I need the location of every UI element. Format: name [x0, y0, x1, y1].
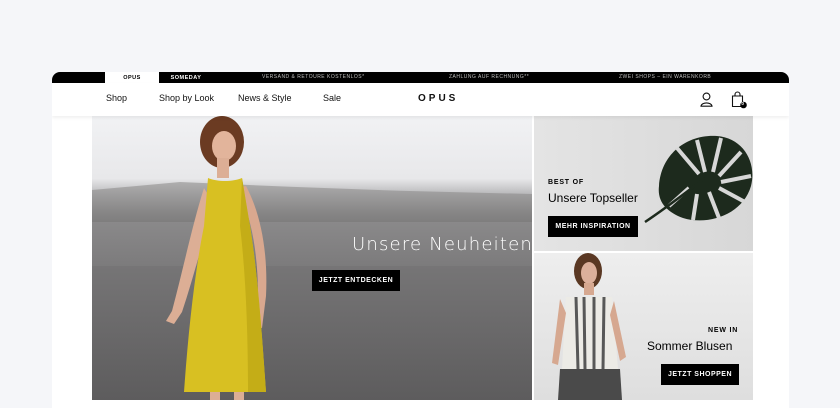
- main-nav: Shop Shop by Look News & Style Sale OPUS…: [52, 83, 789, 116]
- nav-news-style[interactable]: News & Style: [238, 93, 292, 103]
- shopping-bag-icon[interactable]: 0: [731, 91, 748, 114]
- nav-shop[interactable]: Shop: [106, 93, 127, 103]
- summer-blouses-tile[interactable]: NEW IN Sommer Blusen JETZT SHOPPEN: [534, 253, 753, 400]
- shipping-message: VERSAND & RETOURE KOSTENLOS*: [262, 74, 365, 80]
- invoice-message: ZAHLUNG AUF RECHNUNG**: [449, 74, 530, 80]
- top-bar: OPUS SOMEDAY VERSAND & RETOURE KOSTENLOS…: [52, 72, 789, 83]
- new-in-kicker: NEW IN: [708, 327, 739, 334]
- brand-tab-someday[interactable]: SOMEDAY: [159, 72, 213, 83]
- nav-sale[interactable]: Sale: [323, 93, 341, 103]
- more-inspiration-button[interactable]: MEHR INSPIRATION: [548, 216, 638, 237]
- opus-logo[interactable]: OPUS: [418, 93, 458, 104]
- monstera-leaf-icon: [644, 135, 753, 224]
- cart-count-badge: 0: [741, 100, 744, 106]
- hero-title: Unsere Neuheiten: [352, 234, 532, 255]
- brand-tab-opus[interactable]: OPUS: [105, 72, 159, 83]
- topseller-tile[interactable]: BEST OF Unsere Topseller MEHR INSPIRATIO…: [534, 116, 753, 251]
- topseller-kicker: BEST OF: [548, 179, 584, 186]
- shop-now-button[interactable]: JETZT SHOPPEN: [661, 364, 739, 385]
- browser-window: OPUS SOMEDAY VERSAND & RETOURE KOSTENLOS…: [52, 72, 789, 408]
- topseller-title: Unsere Topseller: [548, 191, 638, 205]
- discover-now-button[interactable]: JETZT ENTDECKEN: [312, 270, 400, 291]
- nav-shop-by-look[interactable]: Shop by Look: [159, 93, 214, 103]
- two-shops-message: ZWEI SHOPS – EIN WARENKORB: [619, 74, 712, 80]
- user-icon[interactable]: [700, 92, 713, 112]
- model-yellow-dress: [166, 116, 267, 400]
- summer-blouses-title: Sommer Blusen: [647, 339, 733, 353]
- model-striped-blouse: [552, 253, 626, 400]
- hero-banner[interactable]: Unsere Neuheiten JETZT ENTDECKEN: [92, 116, 532, 400]
